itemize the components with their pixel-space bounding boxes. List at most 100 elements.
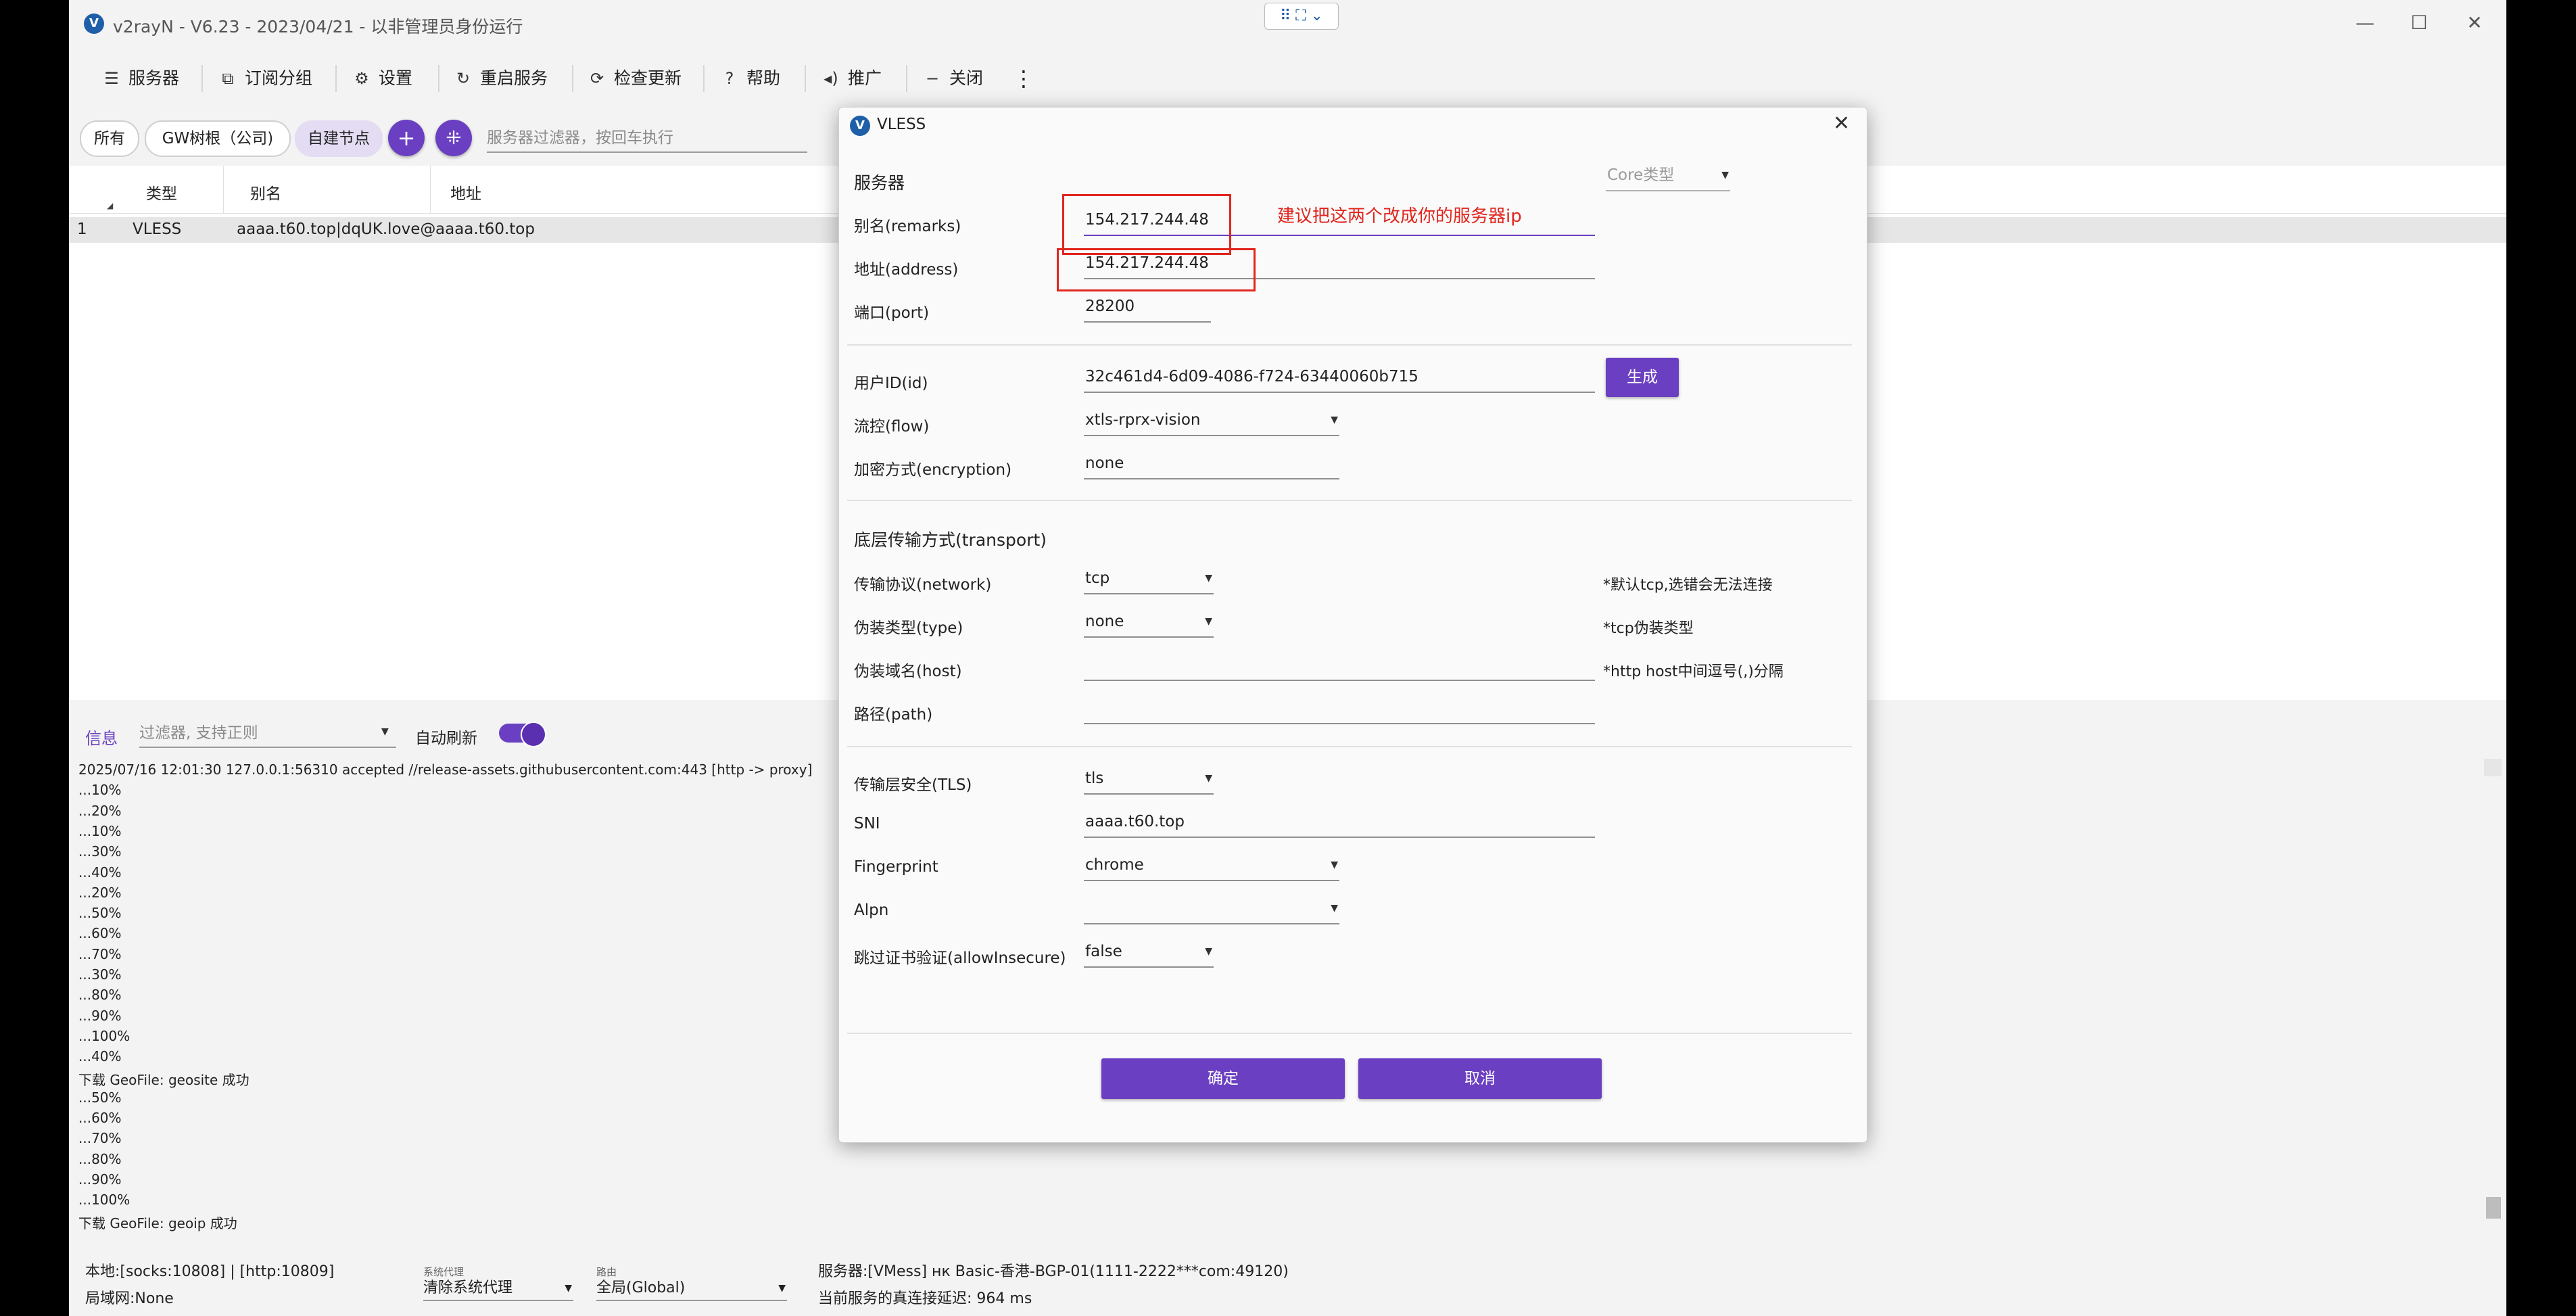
section-divider bbox=[847, 746, 1852, 747]
log-filter-input[interactable]: 过滤器, 支持正则 bbox=[139, 720, 396, 748]
maximize-button[interactable]: ☐ bbox=[2399, 9, 2439, 37]
sni-label: SNI bbox=[854, 815, 880, 832]
log-line: 下载 GeoFile: geosite 成功 bbox=[78, 1071, 249, 1088]
toolbar-divider bbox=[572, 65, 573, 92]
remarks-label: 别名(remarks) bbox=[854, 218, 961, 235]
restart-service-button[interactable]: ↻ 重启服务 bbox=[452, 65, 548, 92]
log-line: ...30% bbox=[78, 966, 122, 983]
generate-id-button[interactable]: 生成 bbox=[1606, 358, 1679, 397]
section-divider bbox=[847, 1033, 1852, 1034]
routing-value: 全局(Global) bbox=[596, 1279, 686, 1296]
flow-select[interactable]: xtls-rprx-vision bbox=[1084, 405, 1339, 436]
update-icon: ⟳ bbox=[590, 69, 604, 88]
log-scrollbar-thumb[interactable] bbox=[2486, 1197, 2501, 1219]
server-filter-input[interactable]: 服务器过滤器，按回车执行 bbox=[487, 124, 807, 153]
encryption-input[interactable]: none bbox=[1084, 448, 1339, 479]
alpn-select[interactable] bbox=[1084, 893, 1339, 924]
alpn-label: Alpn bbox=[854, 901, 889, 919]
group-gw-chip[interactable]: GW树根（公司) bbox=[145, 120, 291, 157]
type-label: 伪装类型(type) bbox=[854, 619, 963, 637]
servers-button[interactable]: ☰ 服务器 bbox=[100, 65, 179, 92]
sysproxy-select[interactable]: 清除系统代理 ▼ bbox=[423, 1277, 573, 1301]
group-custom-chip[interactable]: 自建节点 bbox=[295, 120, 383, 157]
row-remarks: aaaa.t60.top|dqUK.love@ bbox=[237, 220, 436, 238]
snap-layout-bar[interactable]: ⠿ ⛶ ⌄ bbox=[1264, 3, 1339, 30]
log-tab[interactable]: 信息 bbox=[85, 725, 118, 749]
path-input[interactable] bbox=[1084, 693, 1595, 724]
section-server-title: 服务器 bbox=[854, 173, 905, 193]
log-line: ...40% bbox=[78, 1048, 122, 1065]
row-type: VLESS bbox=[133, 220, 182, 238]
settings-button[interactable]: ⚙ 设置 bbox=[350, 65, 412, 92]
port-input[interactable]: 28200 bbox=[1084, 291, 1211, 323]
annotation-box-remarks bbox=[1062, 194, 1231, 255]
cancel-button[interactable]: 取消 bbox=[1358, 1058, 1602, 1099]
log-line: 2025/07/16 12:01:30 127.0.0.1:56310 acce… bbox=[78, 761, 813, 778]
add-subscription-button[interactable]: ⁜ bbox=[435, 120, 472, 156]
window-close-button[interactable]: ✕ bbox=[2454, 9, 2495, 37]
allow-insecure-select[interactable]: false bbox=[1084, 937, 1214, 968]
servers-label: 服务器 bbox=[128, 68, 179, 88]
promote-label: 推广 bbox=[847, 68, 882, 88]
log-line: ...80% bbox=[78, 987, 122, 1004]
v2rayn-logo-icon: V bbox=[84, 14, 104, 34]
dialog-close-button[interactable]: ✕ bbox=[1833, 112, 1850, 135]
network-select[interactable]: tcp bbox=[1084, 563, 1214, 594]
type-select[interactable]: none bbox=[1084, 607, 1214, 638]
flow-label: 流控(flow) bbox=[854, 418, 930, 436]
log-line: ...70% bbox=[78, 945, 122, 962]
promote-button[interactable]: ◂) 推广 bbox=[819, 65, 882, 92]
user-id-input[interactable]: 32c461d4-6d09-4086-f724-63440060b715 bbox=[1084, 362, 1595, 393]
check-update-button[interactable]: ⟳ 检查更新 bbox=[586, 65, 682, 92]
toolbar-divider bbox=[805, 65, 806, 92]
row-index: 1 bbox=[77, 220, 87, 238]
tls-label: 传输层安全(TLS) bbox=[854, 776, 972, 794]
more-menu-button[interactable]: ⋮ bbox=[1013, 65, 1034, 92]
toolbar-divider bbox=[703, 65, 705, 92]
log-line: ...20% bbox=[78, 884, 122, 901]
sysproxy-value: 清除系统代理 bbox=[423, 1279, 513, 1296]
restart-icon: ↻ bbox=[456, 69, 471, 88]
col-address[interactable]: 地址 bbox=[450, 181, 481, 204]
log-line: ...40% bbox=[78, 864, 122, 880]
routing-select[interactable]: 全局(Global) ▼ bbox=[596, 1277, 787, 1301]
chevron-down-icon: ▼ bbox=[778, 1283, 786, 1294]
type-note: *tcp伪装类型 bbox=[1603, 620, 1694, 637]
minus-icon: − bbox=[925, 69, 940, 88]
toolbar-divider bbox=[906, 65, 907, 92]
log-line: ...90% bbox=[78, 1007, 122, 1024]
fingerprint-label: Fingerprint bbox=[854, 858, 938, 876]
col-remarks[interactable]: 别名 bbox=[250, 181, 281, 204]
gear-icon: ⚙ bbox=[354, 69, 369, 88]
toolbar-divider bbox=[201, 65, 203, 92]
confirm-button[interactable]: 确定 bbox=[1101, 1058, 1345, 1099]
title-bar: V v2rayN - V6.23 - 2023/04/21 - 以非管理员身份运… bbox=[69, 0, 2506, 47]
auto-refresh-label: 自动刷新 bbox=[415, 730, 477, 747]
scroll-up-button[interactable] bbox=[2484, 759, 2502, 776]
col-type[interactable]: 类型 bbox=[146, 181, 177, 204]
host-input[interactable] bbox=[1084, 650, 1595, 681]
sub-group-label: 订阅分组 bbox=[244, 68, 312, 88]
chevron-down-icon: ▼ bbox=[565, 1283, 572, 1294]
auto-refresh-toggle[interactable] bbox=[499, 722, 546, 747]
core-type-select[interactable]: Core类型 bbox=[1606, 160, 1730, 191]
log-line: ...100% bbox=[78, 1027, 130, 1044]
help-icon: ? bbox=[725, 69, 734, 88]
add-server-button[interactable]: + bbox=[388, 120, 425, 156]
chevron-down-icon[interactable]: ▼ bbox=[381, 726, 389, 737]
settings-label: 设置 bbox=[378, 68, 412, 88]
toolbar-close-button[interactable]: − 关闭 bbox=[921, 65, 983, 92]
network-note: *默认tcp,选错会无法连接 bbox=[1603, 577, 1773, 594]
help-button[interactable]: ? 帮助 bbox=[718, 65, 780, 92]
sub-group-button[interactable]: ⧉ 订阅分组 bbox=[216, 65, 312, 92]
fingerprint-select[interactable]: chrome bbox=[1084, 850, 1339, 881]
toolbar-divider bbox=[438, 65, 439, 92]
log-line: ...70% bbox=[78, 1130, 122, 1147]
sni-input[interactable]: aaaa.t60.top bbox=[1084, 807, 1595, 838]
group-all-chip[interactable]: 所有 bbox=[80, 120, 139, 157]
log-line: ...80% bbox=[78, 1150, 122, 1167]
subscription-icon: ⧉ bbox=[222, 69, 234, 88]
tls-select[interactable]: tls bbox=[1084, 763, 1214, 795]
minimize-button[interactable]: — bbox=[2345, 9, 2385, 37]
restart-label: 重启服务 bbox=[479, 68, 548, 88]
